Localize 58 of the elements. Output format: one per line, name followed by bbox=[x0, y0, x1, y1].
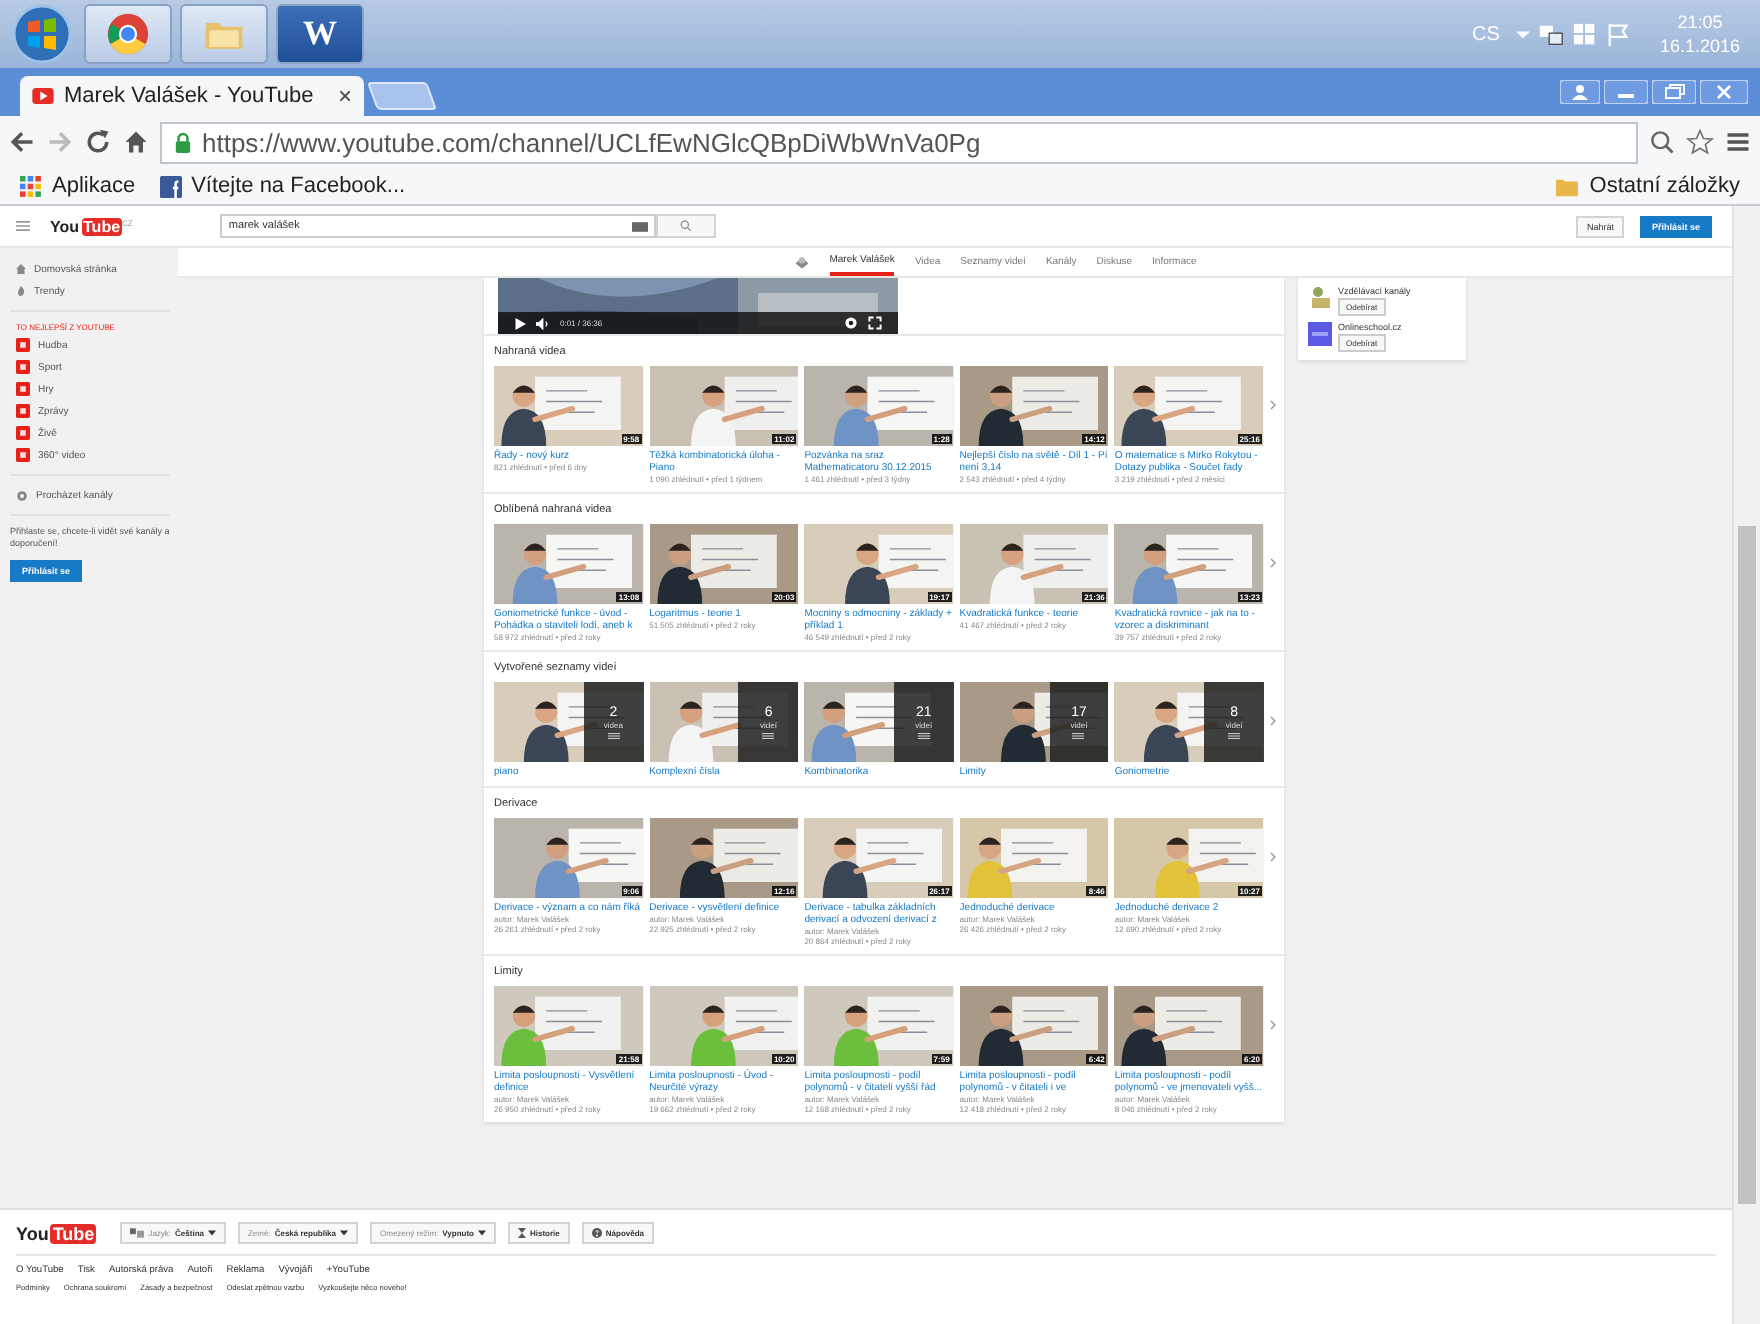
taskbar-browser-button[interactable] bbox=[84, 4, 172, 64]
lock-icon bbox=[174, 131, 192, 153]
caret-icon bbox=[207, 1230, 216, 1236]
close-button[interactable] bbox=[1700, 80, 1748, 104]
taskbar-word-button[interactable]: W bbox=[276, 4, 364, 64]
social-logo-icon bbox=[159, 175, 182, 197]
chevron-right-icon[interactable] bbox=[1270, 558, 1276, 568]
playlist-icon bbox=[1228, 731, 1241, 739]
chevron-right-icon[interactable] bbox=[1270, 852, 1276, 862]
playlist-icon bbox=[607, 731, 620, 739]
browser-logo-icon bbox=[106, 12, 150, 56]
folder-icon bbox=[1553, 175, 1580, 197]
figure-icon[interactable] bbox=[1308, 286, 1332, 310]
tab-close-button[interactable]: × bbox=[337, 82, 352, 110]
clock-time: 21:05 bbox=[1677, 10, 1723, 34]
windows-logo-icon bbox=[12, 4, 72, 64]
gear-icon bbox=[16, 489, 28, 501]
caret-icon bbox=[478, 1230, 486, 1236]
user-icon[interactable] bbox=[1560, 80, 1600, 104]
scrollbar[interactable] bbox=[1732, 206, 1760, 1324]
volume-icon[interactable] bbox=[536, 317, 550, 329]
settings-icon[interactable] bbox=[844, 316, 858, 330]
channel-icon bbox=[793, 254, 810, 270]
minimize-button[interactable] bbox=[1604, 80, 1648, 104]
new-tab-button[interactable] bbox=[366, 82, 438, 110]
clock-date: 16.1.2016 bbox=[1659, 34, 1740, 58]
search-icon[interactable] bbox=[1648, 128, 1676, 156]
chevron-right-icon[interactable] bbox=[1270, 400, 1276, 410]
menu-icon[interactable] bbox=[1724, 128, 1752, 156]
chevron-right-icon[interactable] bbox=[1270, 716, 1276, 726]
playlist-icon bbox=[762, 731, 775, 739]
bookmark-folder[interactable]: Ostatní záložky bbox=[1553, 174, 1740, 198]
start-button[interactable] bbox=[8, 2, 76, 66]
network-icon[interactable] bbox=[1537, 21, 1564, 47]
keyboard-icon[interactable] bbox=[632, 221, 649, 231]
back-button[interactable] bbox=[8, 128, 36, 156]
apps-grid-icon bbox=[20, 175, 42, 197]
playlist-icon bbox=[1072, 731, 1085, 739]
caret-icon bbox=[340, 1230, 349, 1236]
reload-button[interactable] bbox=[84, 128, 112, 156]
play-logo-icon bbox=[32, 88, 54, 104]
hourglass-icon bbox=[518, 1228, 526, 1238]
home-icon bbox=[16, 264, 26, 274]
browser-tab[interactable]: Marek Valášek - YouTube × bbox=[20, 76, 364, 116]
restore-button[interactable] bbox=[1652, 80, 1696, 104]
play-icon[interactable] bbox=[514, 317, 526, 329]
playlist-icon bbox=[917, 731, 930, 739]
bookmark-item[interactable]: Vítejte na Facebook... bbox=[159, 174, 406, 198]
fullscreen-icon[interactable] bbox=[868, 316, 882, 330]
address-field[interactable]: https://www.youtube.com/channel/UCLfEwNGlcQBpDiWbWnVa0Pg bbox=[160, 121, 1638, 163]
help-icon bbox=[591, 1228, 602, 1238]
chevron-right-icon[interactable] bbox=[1270, 1020, 1276, 1030]
search-icon bbox=[680, 220, 693, 232]
home-button[interactable] bbox=[122, 128, 150, 156]
bookmark-item[interactable]: Aplikace bbox=[20, 174, 136, 198]
language-icon bbox=[130, 1228, 145, 1238]
flame-icon bbox=[16, 286, 26, 296]
star-icon[interactable] bbox=[1686, 128, 1714, 156]
